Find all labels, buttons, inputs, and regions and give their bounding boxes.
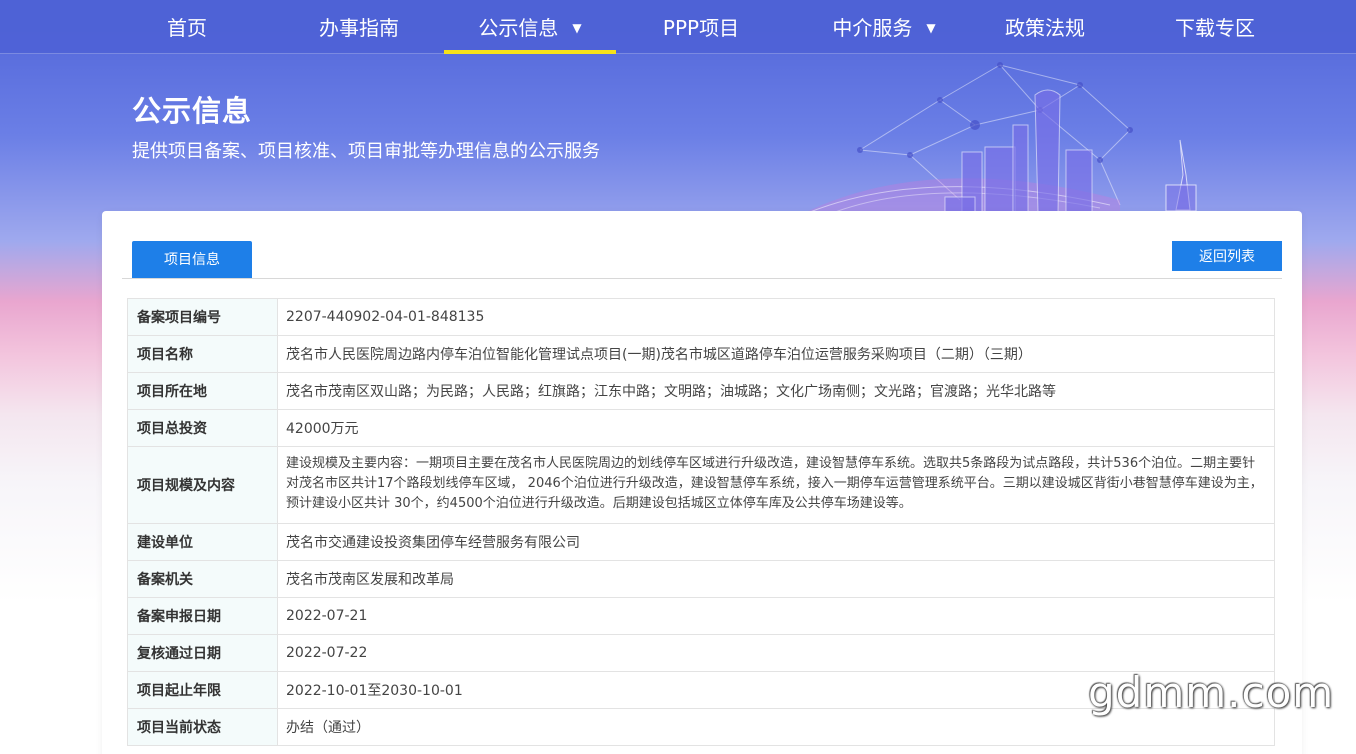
nav-item-policies[interactable]: 政策法规: [984, 0, 1106, 54]
nav-item-ppp[interactable]: PPP项目: [640, 0, 762, 54]
table-row: 备案机关 茂名市茂南区发展和改革局: [127, 560, 1275, 598]
field-value: 茂名市茂南区发展和改革局: [277, 560, 1275, 598]
nav-label: 中介服务: [832, 16, 913, 40]
table-row: 项目规模及内容 建设规模及主要内容：一期项目主要在茂名市人民医院周边的划线停车区…: [127, 446, 1275, 524]
field-value: 2022-07-21: [277, 597, 1275, 635]
tab-divider: [122, 278, 1282, 279]
nav-label: 公示信息: [478, 16, 559, 40]
chevron-down-icon: ▼: [926, 21, 936, 35]
field-label: 项目规模及内容: [127, 446, 278, 524]
nav-label: 办事指南: [319, 16, 399, 40]
nav-item-home[interactable]: 首页: [137, 0, 237, 54]
field-value: 茂名市人民医院周边路内停车泊位智能化管理试点项目(一期)茂名市城区道路停车泊位运…: [277, 335, 1275, 373]
page-title: 公示信息: [132, 94, 253, 128]
nav-label: 政策法规: [1005, 16, 1085, 40]
table-row: 项目总投资 42000万元: [127, 409, 1275, 447]
table-row: 项目所在地 茂名市茂南区双山路；为民路；人民路；红旗路；江东中路；文明路；油城路…: [127, 372, 1275, 410]
nav-label: 下载专区: [1175, 16, 1255, 40]
field-label: 项目当前状态: [127, 708, 278, 746]
field-value: 茂名市茂南区双山路；为民路；人民路；红旗路；江东中路；文明路；油城路；文化广场南…: [277, 372, 1275, 410]
table-row: 复核通过日期 2022-07-22: [127, 634, 1275, 672]
field-value: 42000万元: [277, 409, 1275, 447]
page-subtitle: 提供项目备案、项目核准、项目审批等办理信息的公示服务: [132, 141, 600, 162]
back-to-list-button[interactable]: 返回列表: [1172, 241, 1282, 271]
field-label: 建设单位: [127, 523, 278, 561]
top-navigation: 首页 办事指南 公示信息 ▼ PPP项目 中介服务 ▼ 政策法规 下载专区: [0, 0, 1356, 54]
nav-item-public-info[interactable]: 公示信息 ▼: [444, 0, 616, 54]
field-value: 2022-07-22: [277, 634, 1275, 672]
nav-label: PPP项目: [662, 16, 740, 40]
field-label: 备案项目编号: [127, 298, 278, 336]
table-row: 备案申报日期 2022-07-21: [127, 597, 1275, 635]
field-label: 项目所在地: [127, 372, 278, 410]
field-value: 2207-440902-04-01-848135: [277, 298, 1275, 336]
nav-item-agency-services[interactable]: 中介服务 ▼: [812, 0, 956, 54]
field-value: 茂名市交通建设投资集团停车经营服务有限公司: [277, 523, 1275, 561]
field-label: 备案机关: [127, 560, 278, 598]
nav-item-guide[interactable]: 办事指南: [298, 0, 420, 54]
field-label: 项目名称: [127, 335, 278, 373]
table-row: 建设单位 茂名市交通建设投资集团停车经营服务有限公司: [127, 523, 1275, 561]
nav-label: 首页: [167, 16, 207, 40]
table-row: 项目名称 茂名市人民医院周边路内停车泊位智能化管理试点项目(一期)茂名市城区道路…: [127, 335, 1275, 373]
field-label: 项目起止年限: [127, 671, 278, 709]
nav-item-downloads[interactable]: 下载专区: [1154, 0, 1276, 54]
tab-project-info[interactable]: 项目信息: [132, 241, 252, 279]
field-label: 备案申报日期: [127, 597, 278, 635]
field-label: 项目总投资: [127, 409, 278, 447]
field-label: 复核通过日期: [127, 634, 278, 672]
field-value: 建设规模及主要内容：一期项目主要在茂名市人民医院周边的划线停车区域进行升级改造，…: [277, 446, 1275, 524]
table-row: 备案项目编号 2207-440902-04-01-848135: [127, 298, 1275, 336]
chevron-down-icon: ▼: [572, 21, 582, 35]
watermark: gdmm.com: [1088, 668, 1335, 717]
